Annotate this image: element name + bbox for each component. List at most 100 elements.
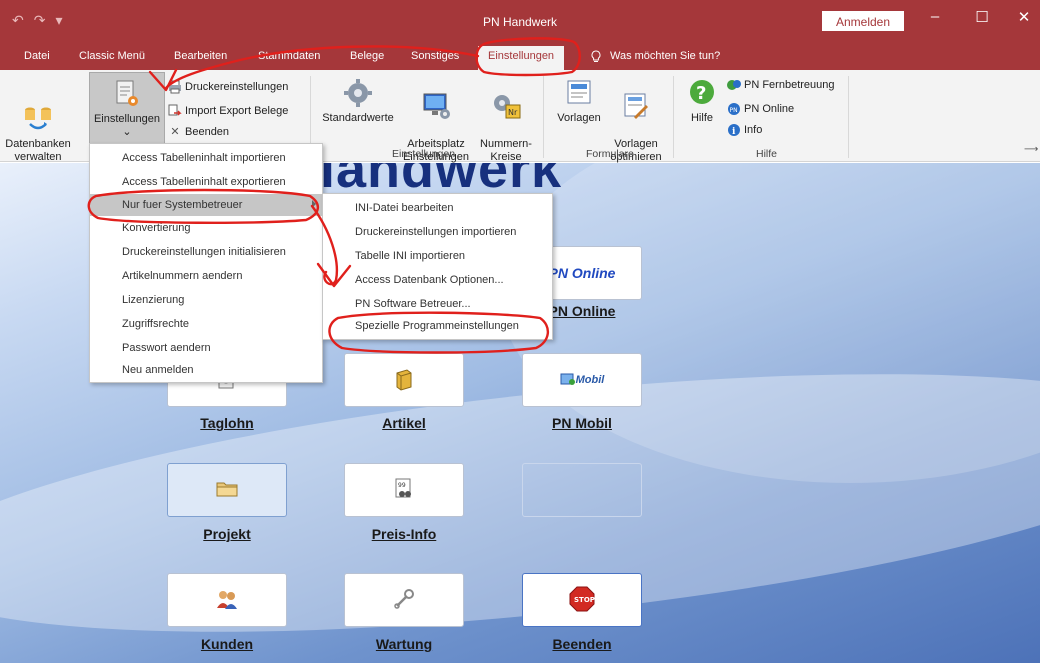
artikel-label: Artikel <box>382 415 426 431</box>
pn-online-ribbon-label: PN Online <box>744 103 795 115</box>
ribbon-separator <box>848 76 849 158</box>
wartung-label: Wartung <box>375 636 433 652</box>
einstellungen-dropdown-menu: Access Tabelleninhalt importieren Access… <box>89 143 323 383</box>
group-label-formulare: Formulare <box>586 148 634 160</box>
kunden-tile[interactable] <box>167 573 287 627</box>
empty-tile <box>522 463 642 517</box>
folder-icon <box>215 480 239 501</box>
tell-me-search[interactable]: Was möchten Sie tun? <box>590 50 720 66</box>
projekt-tile[interactable] <box>167 463 287 517</box>
title-bar: ↶ ↷ ▾ PN Handwerk Anmelden – ☐ ✕ <box>0 0 1040 44</box>
pn-online-ribbon-button[interactable]: PN PN Online <box>727 102 794 116</box>
tab-stammdaten[interactable]: Stammdaten <box>258 50 320 62</box>
standardwerte-button[interactable]: Standardwerte <box>320 78 396 125</box>
info-label: Info <box>744 124 763 136</box>
minimize-icon[interactable]: – <box>915 8 955 25</box>
import-export-belege-button[interactable]: Import Export Belege <box>168 104 288 118</box>
submenu-item-pn-software-betreuer[interactable]: PN Software Betreuer... <box>323 294 552 318</box>
menu-item-passwort[interactable]: Passwort aendern <box>90 336 322 360</box>
preis-info-tile[interactable]: 99 <box>344 463 464 517</box>
submenu-item-access-optionen[interactable]: Access Datenbank Optionen... <box>323 270 552 294</box>
submenu-arrow-icon <box>312 200 316 208</box>
beenden-ribbon-button[interactable]: ✕ Beenden <box>168 125 229 139</box>
datenbanken-label: Datenbanken verwalten <box>5 138 71 163</box>
submenu-item-tabelle-ini[interactable]: Tabelle INI importieren <box>323 246 552 270</box>
kunden-label: Kunden <box>200 636 254 652</box>
svg-text:Nr: Nr <box>508 108 518 117</box>
einstellungen-button[interactable]: Einstellungen ⌄ <box>89 72 165 148</box>
menu-item-access-import[interactable]: Access Tabelleninhalt importieren <box>90 146 322 170</box>
tab-datei[interactable]: Datei <box>24 50 50 62</box>
number-gear-icon: Nr <box>490 91 522 121</box>
fernbetreuung-label: PN Fernbetreuung <box>744 79 835 91</box>
close-icon[interactable]: ✕ <box>1004 8 1040 26</box>
submenu-item-ini-datei[interactable]: INI-Datei bearbeiten <box>323 198 552 222</box>
pn-online-icon: PN <box>727 102 741 116</box>
projekt-label: Projekt <box>203 526 251 542</box>
menu-item-lizenzierung[interactable]: Lizenzierung <box>90 288 322 312</box>
box-icon <box>393 367 415 394</box>
beenden-tile[interactable]: STOP <box>522 573 642 627</box>
group-label-einstellungen: Einstellungen <box>392 148 456 160</box>
submenu-item-spezielle-programmeinstellungen[interactable]: Spezielle Programmeinstellungen <box>323 318 552 340</box>
druckereinstellungen-button[interactable]: Druckereinstellungen <box>168 80 288 94</box>
price-search-icon: 99 <box>393 477 415 504</box>
menu-item-druckereinstellungen-init[interactable]: Druckereinstellungen initialisieren <box>90 240 322 264</box>
remote-support-icon <box>727 78 741 92</box>
svg-text:PN: PN <box>730 107 738 114</box>
mobile-icon <box>560 372 576 389</box>
import-export-label: Import Export Belege <box>185 105 289 117</box>
vorlagen-button[interactable]: Vorlagen <box>551 78 607 125</box>
preis-info-label: Preis-Info <box>371 526 437 542</box>
stop-sign-icon: STOP <box>569 586 595 615</box>
menu-item-zugriffsrechte[interactable]: Zugriffsrechte <box>90 312 322 336</box>
menu-item-konvertierung[interactable]: Konvertierung <box>90 216 322 240</box>
svg-text:99: 99 <box>398 482 406 489</box>
wrench-icon <box>393 588 415 613</box>
hilfe-button[interactable]: ? Hilfe <box>680 78 724 125</box>
pin-ribbon-icon[interactable]: ⟶ <box>1024 144 1038 155</box>
pn-online-logo-text: PN Online <box>548 265 616 281</box>
nummernkreise-label: Nummern- Kreise <box>480 138 532 163</box>
info-button[interactable]: i Info <box>727 123 762 137</box>
group-label-hilfe: Hilfe <box>756 148 778 160</box>
tab-sonstiges[interactable]: Sonstiges <box>411 50 459 62</box>
tab-classic-menu[interactable]: Classic Menü <box>79 50 145 62</box>
menu-item-artikelnummern[interactable]: Artikelnummern aendern <box>90 264 322 288</box>
tell-me-label: Was möchten Sie tun? <box>610 50 721 62</box>
vorlagen-label: Vorlagen <box>557 112 601 124</box>
datenbanken-verwalten-button[interactable]: Datenbanken verwalten <box>4 78 72 164</box>
ribbon-tabs: Datei Classic Menü Bearbeiten Stammdaten… <box>0 44 1040 70</box>
monitor-icon <box>420 91 452 121</box>
systembetreuer-submenu: INI-Datei bearbeiten Druckereinstellunge… <box>322 193 553 340</box>
tab-einstellungen[interactable]: Einstellungen <box>478 46 565 70</box>
pn-fernbetreuung-button[interactable]: PN Fernbetreuung <box>727 78 835 92</box>
gear-icon <box>342 78 374 108</box>
menu-item-neu-anmelden[interactable]: Neu anmelden <box>90 360 322 382</box>
signin-button[interactable]: Anmelden <box>822 11 904 31</box>
beenden-label: Beenden <box>552 636 612 652</box>
hilfe-label: Hilfe <box>690 112 713 124</box>
tab-bearbeiten[interactable]: Bearbeiten <box>174 50 227 62</box>
artikel-tile[interactable] <box>344 353 464 407</box>
chevron-down-icon: ⌄ <box>122 126 132 138</box>
menu-item-label: Nur fuer Systembetreuer <box>122 199 243 211</box>
lightbulb-icon <box>590 50 602 66</box>
template-edit-icon <box>620 91 652 121</box>
template-icon <box>563 78 595 108</box>
menu-item-access-export[interactable]: Access Tabelleninhalt exportieren <box>90 170 322 194</box>
nummernkreise-button[interactable]: Nr Nummern- Kreise <box>474 78 538 164</box>
printer-icon <box>168 80 182 94</box>
pn-mobil-label: PN Mobil <box>552 415 612 431</box>
submenu-item-druckereinstellungen-importieren[interactable]: Druckereinstellungen importieren <box>323 222 552 246</box>
help-icon: ? <box>686 78 718 108</box>
standardwerte-label: Standardwerte <box>322 112 394 124</box>
maximize-icon[interactable]: ☐ <box>962 8 1002 26</box>
ribbon-separator <box>673 76 674 158</box>
taglohn-label: Taglohn <box>200 415 254 431</box>
tab-belege[interactable]: Belege <box>350 50 384 62</box>
menu-item-nur-fuer-systembetreuer[interactable]: Nur fuer Systembetreuer <box>90 194 322 216</box>
wartung-tile[interactable] <box>344 573 464 627</box>
pn-mobil-logo-text: Mobil <box>575 374 605 386</box>
pn-mobil-tile[interactable]: Mobil <box>522 353 642 407</box>
